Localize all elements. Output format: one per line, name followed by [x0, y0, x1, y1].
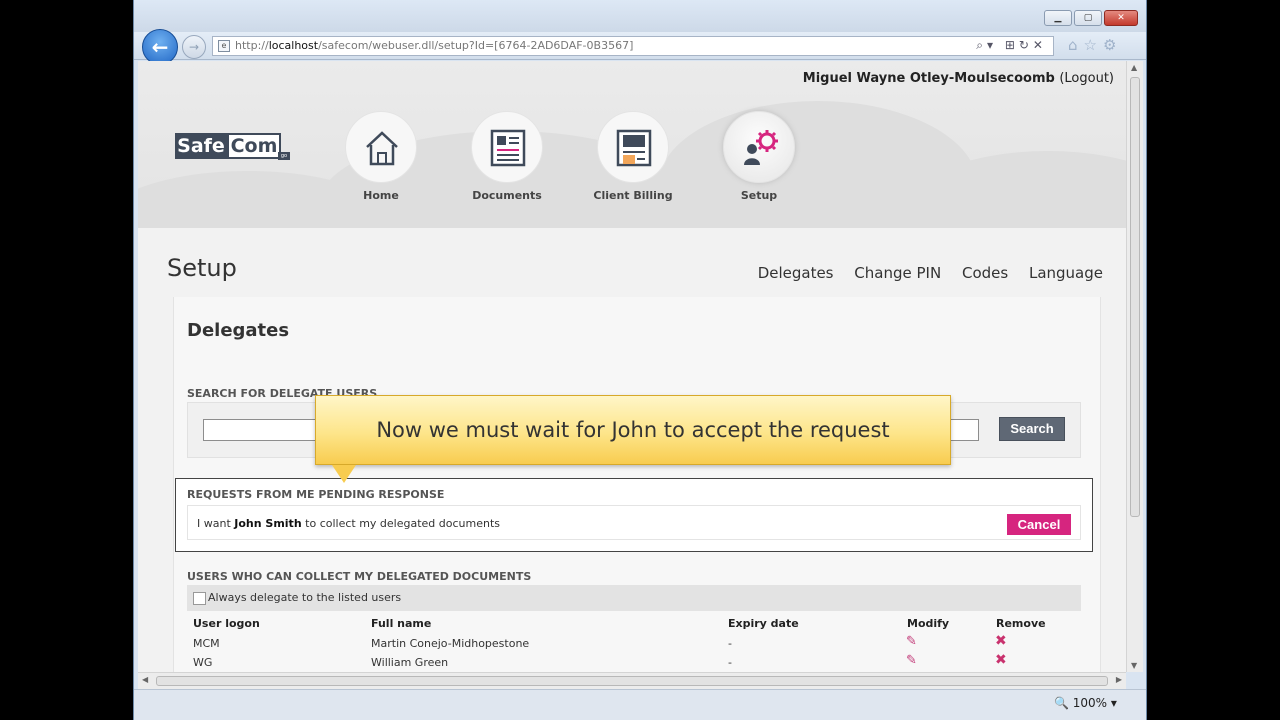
zoom-icon: 🔍 [1054, 696, 1069, 710]
row-1-logon: MCM [193, 637, 220, 650]
nav-documents-label: Documents [472, 189, 542, 202]
column-remove: Remove [996, 617, 1046, 630]
subnav-language[interactable]: Language [1029, 264, 1103, 282]
pencil-icon[interactable]: ✎ [906, 653, 917, 668]
nav-setup-circle [723, 111, 795, 183]
always-delegate-checkbox[interactable] [193, 592, 206, 605]
billing-icon [616, 129, 652, 167]
status-bar: 🔍 100% ▾ [134, 689, 1146, 720]
nav-client-billing-label: Client Billing [593, 189, 673, 202]
forward-button[interactable]: → [182, 35, 206, 59]
cancel-button[interactable]: Cancel [1007, 514, 1071, 535]
logout-link[interactable]: (Logout) [1059, 71, 1114, 86]
always-delegate-bar: Always delegate to the listed users [187, 585, 1081, 611]
pending-request-text: I want John Smith to collect my delegate… [197, 517, 500, 530]
arrow-left-icon: ← [151, 35, 169, 59]
pending-requests-box: REQUESTS FROM ME PENDING RESPONSE I want… [175, 478, 1093, 552]
callout-text: Now we must wait for John to accept the … [376, 418, 890, 442]
home-icon [366, 131, 398, 166]
page-icon: e [218, 40, 230, 52]
url-prefix: http:// [235, 39, 269, 52]
address-tools-icons[interactable]: ⌕▾ ⊞↻✕ [976, 38, 1047, 53]
tutorial-callout: Now we must wait for John to accept the … [315, 395, 951, 483]
row-2-expiry: - [728, 656, 732, 669]
horizontal-scrollbar[interactable]: ◀ ▶ [138, 672, 1126, 689]
nav-home-circle [345, 111, 417, 183]
vertical-scrollbar[interactable]: ▲ ▼ [1126, 61, 1143, 672]
url-host: localhost [268, 39, 319, 52]
row-2-logon: WG [193, 656, 213, 669]
nav-documents-circle [471, 111, 543, 183]
scroll-right-icon[interactable]: ▶ [1116, 675, 1122, 684]
scroll-left-icon[interactable]: ◀ [142, 675, 148, 684]
row-2-full-name: William Green [371, 656, 449, 669]
page-title: Setup [167, 254, 237, 282]
maximize-button[interactable]: ▢ [1074, 10, 1102, 26]
nav-home[interactable]: Home [331, 111, 431, 202]
zoom-level: 100% [1072, 696, 1108, 710]
pending-pre: I want [197, 517, 235, 530]
subnav-change-pin[interactable]: Change PIN [854, 264, 941, 282]
close-button[interactable]: ✕ [1104, 10, 1138, 26]
vertical-scroll-thumb[interactable] [1130, 77, 1140, 517]
page-viewport: Miguel Wayne Otley-Moulsecoomb (Logout) … [138, 61, 1126, 672]
zoom-control[interactable]: 🔍 100% ▾ [1054, 696, 1117, 710]
address-bar[interactable]: e http://localhost/safecom/webuser.dll/s… [212, 36, 1054, 56]
pending-post: to collect my delegated documents [301, 517, 501, 530]
nav-home-label: Home [363, 189, 399, 202]
horizontal-scroll-thumb[interactable] [156, 676, 1108, 686]
setup-subnav: Delegates Change PIN Codes Language [742, 264, 1103, 282]
logo-safe: Safe [175, 133, 227, 159]
callout-tail [332, 465, 356, 483]
nav-client-billing[interactable]: Client Billing [583, 111, 683, 202]
nav-client-billing-circle [597, 111, 669, 183]
nav-setup[interactable]: Setup [709, 111, 809, 202]
home-favorites-tools-icons[interactable]: ⌂☆⚙ [1068, 36, 1122, 54]
arrow-right-icon: → [188, 40, 200, 54]
search-button[interactable]: Search [999, 417, 1065, 441]
users-section-label: USERS WHO CAN COLLECT MY DELEGATED DOCUM… [187, 570, 532, 583]
setup-gear-user-icon [744, 130, 778, 165]
browser-window: ▁ ▢ ✕ ← → e http://localhost/safecom/web… [133, 0, 1147, 720]
pending-request-row: I want John Smith to collect my delegate… [187, 505, 1081, 540]
user-name-text: Miguel Wayne Otley-Moulsecoomb [802, 71, 1055, 86]
column-full-name: Full name [371, 617, 432, 630]
scroll-up-icon[interactable]: ▲ [1131, 63, 1137, 72]
remove-x-icon[interactable]: ✖ [995, 652, 1007, 668]
back-button[interactable]: ← [142, 29, 178, 65]
logo-badge: go [278, 152, 290, 160]
subnav-delegates[interactable]: Delegates [758, 264, 834, 282]
nav-setup-label: Setup [740, 189, 778, 202]
pending-user-name: John Smith [234, 517, 302, 530]
title-bar: ▁ ▢ ✕ [134, 0, 1146, 32]
always-delegate-label: Always delegate to the listed users [208, 591, 402, 604]
pending-section-label: REQUESTS FROM ME PENDING RESPONSE [187, 488, 445, 501]
user-name: Miguel Wayne Otley-Moulsecoomb (Logout) [803, 71, 1114, 86]
row-1-full-name: Martin Conejo-Midhopestone [371, 637, 530, 650]
minimize-button[interactable]: ▁ [1044, 10, 1072, 26]
scroll-down-icon[interactable]: ▼ [1131, 661, 1137, 670]
column-user-logon: User logon [193, 617, 260, 630]
subnav-codes[interactable]: Codes [962, 264, 1008, 282]
safecom-logo[interactable]: Safe Com go [175, 133, 292, 163]
row-1-expiry: - [728, 637, 732, 650]
delegates-title: Delegates [187, 320, 290, 341]
pencil-icon[interactable]: ✎ [906, 634, 917, 649]
url-path: /safecom/webuser.dll/setup?Id=[6764-2AD6… [318, 39, 634, 52]
url-text[interactable]: http://localhost/safecom/webuser.dll/set… [235, 39, 633, 52]
chevron-down-icon: ▾ [1110, 696, 1117, 710]
logo-com: Com [227, 133, 281, 159]
column-modify: Modify [907, 617, 950, 630]
document-icon [490, 129, 526, 167]
column-expiry-date: Expiry date [728, 617, 799, 630]
remove-x-icon[interactable]: ✖ [995, 633, 1007, 649]
nav-documents[interactable]: Documents [457, 111, 557, 202]
